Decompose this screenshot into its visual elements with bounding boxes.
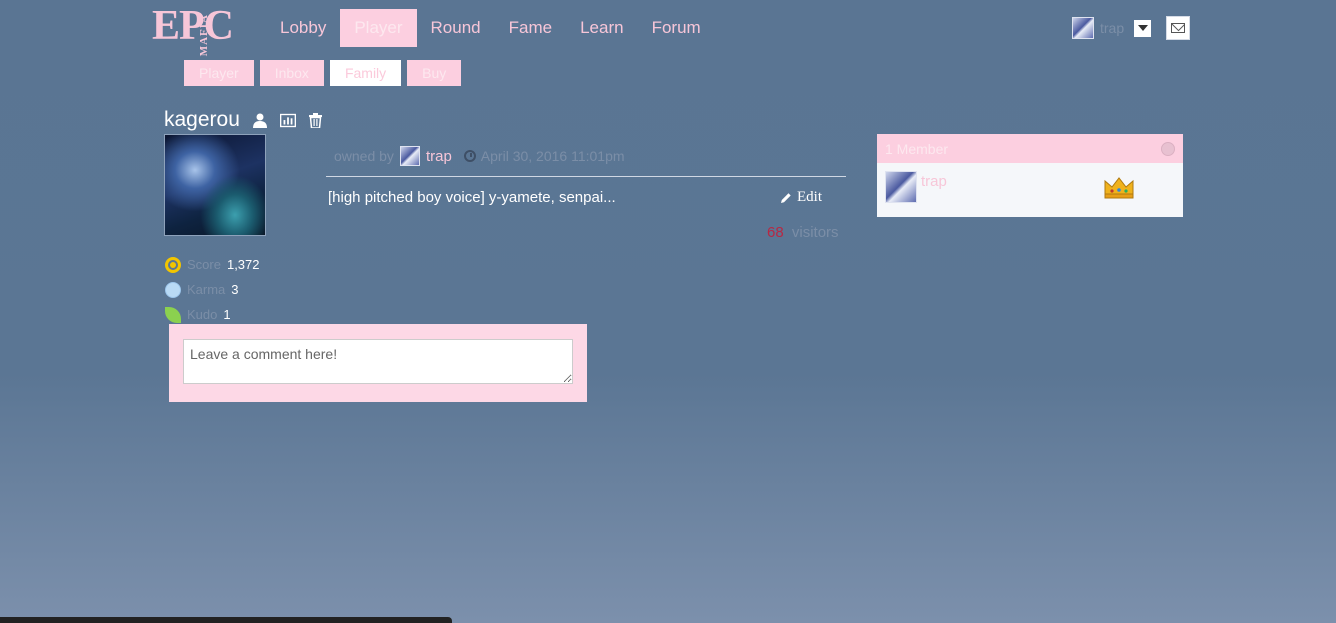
- user-menu[interactable]: trap: [1072, 17, 1151, 39]
- family-header: kagerou: [164, 108, 324, 132]
- owner-avatar[interactable]: [399, 146, 420, 166]
- score-value: 1,372: [226, 257, 260, 272]
- owner-link[interactable]: trap: [426, 148, 452, 165]
- crown-icon: [1104, 177, 1134, 199]
- user-name: trap: [1100, 20, 1125, 36]
- comment-panel: [169, 324, 587, 402]
- visitor-number: 68: [767, 224, 784, 241]
- sub-nav: Player Inbox Family Buy: [184, 60, 467, 86]
- envelope-icon: [1171, 23, 1185, 33]
- kudo-label: Kudo: [187, 307, 218, 322]
- nav-fame[interactable]: Fame: [495, 9, 566, 47]
- family-description: [high pitched boy voice] y-yamete, senpa…: [328, 189, 616, 206]
- family-image: [164, 134, 266, 236]
- visitor-label: visitors: [791, 224, 839, 241]
- logo-subtext: MAFIA: [198, 14, 210, 57]
- edit-button[interactable]: Edit: [780, 189, 822, 206]
- karma-value: 3: [231, 282, 239, 297]
- member-row: trap: [877, 163, 1183, 211]
- owned-by-label: owned by: [334, 148, 394, 164]
- comment-input[interactable]: [183, 339, 573, 384]
- main-nav: Lobby Player Round Fame Learn Forum: [266, 9, 715, 47]
- stats-icon[interactable]: [279, 112, 296, 128]
- score-icon: [165, 256, 181, 273]
- trash-icon[interactable]: [308, 112, 324, 128]
- member-name[interactable]: trap: [921, 173, 947, 190]
- clock-icon: [463, 150, 476, 162]
- kudo-value: 1: [223, 307, 231, 322]
- member-avatar[interactable]: [885, 171, 917, 203]
- bottom-scrollbar[interactable]: [0, 617, 452, 623]
- subnav-inbox[interactable]: Inbox: [259, 60, 324, 86]
- nav-learn[interactable]: Learn: [566, 9, 637, 47]
- user-icon[interactable]: [252, 112, 268, 128]
- karma-label: Karma: [187, 282, 226, 297]
- page-title: kagerou: [164, 108, 240, 131]
- user-dropdown-button[interactable]: [1134, 19, 1151, 37]
- members-header: 1 Member: [877, 134, 1183, 163]
- subnav-buy[interactable]: Buy: [407, 60, 462, 86]
- nav-forum[interactable]: Forum: [638, 9, 715, 47]
- user-avatar: [1072, 17, 1094, 39]
- site-logo[interactable]: EPC MAFIA: [152, 3, 248, 56]
- nav-round[interactable]: Round: [417, 9, 495, 47]
- family-stats: Score 1,372 Karma 3 Kudo 1: [165, 252, 260, 327]
- chevron-down-icon: [1137, 25, 1148, 31]
- nav-player[interactable]: Player: [340, 9, 417, 47]
- subnav-player[interactable]: Player: [184, 60, 254, 86]
- inbox-button[interactable]: [1166, 16, 1190, 40]
- divider: [326, 176, 846, 177]
- leaf-icon: [165, 306, 181, 323]
- visitor-count: 68 visitors: [767, 224, 839, 241]
- karma-icon: [165, 281, 181, 298]
- subnav-family[interactable]: Family: [329, 60, 402, 86]
- members-count: 1 Member: [885, 140, 949, 157]
- owner-info: owned by trap April 30, 2016 11:01pm: [334, 146, 625, 166]
- created-date: April 30, 2016 11:01pm: [480, 148, 625, 164]
- stat-score: Score 1,372: [165, 252, 260, 277]
- stat-karma: Karma 3: [165, 277, 260, 302]
- edit-label: Edit: [797, 189, 822, 205]
- score-label: Score: [187, 257, 221, 272]
- nav-lobby[interactable]: Lobby: [266, 9, 340, 47]
- collapse-icon[interactable]: [1161, 141, 1175, 156]
- members-panel: 1 Member trap: [877, 134, 1183, 217]
- logo-text: EPC: [152, 3, 234, 49]
- pencil-icon: [781, 192, 791, 203]
